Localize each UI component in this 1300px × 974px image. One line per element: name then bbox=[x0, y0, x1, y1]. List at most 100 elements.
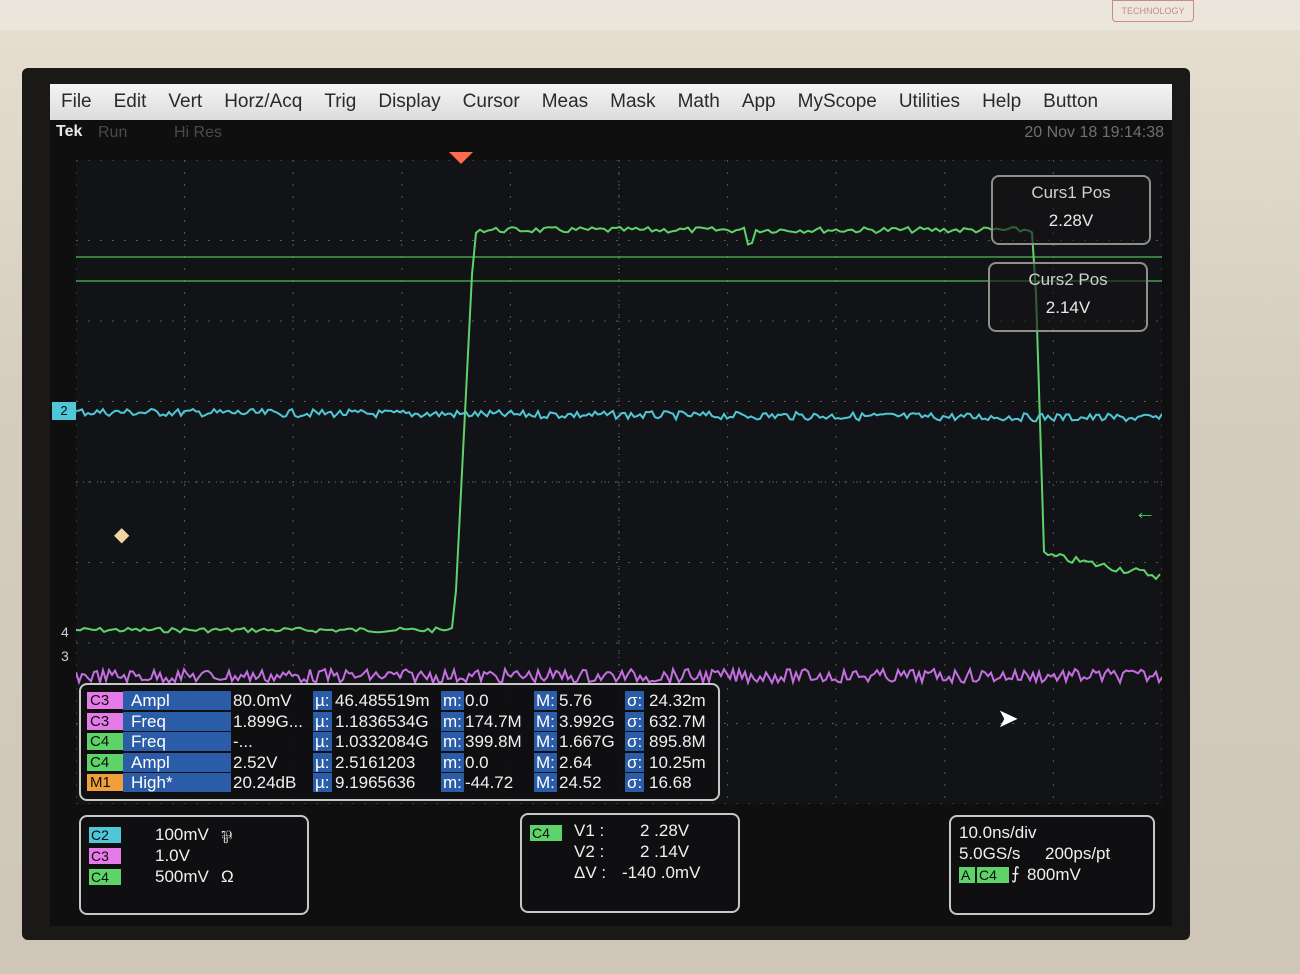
ch4-offset-marker[interactable]: 4 bbox=[61, 624, 69, 640]
measurement-panel[interactable]: C3 Ampl 80.0mV µ: 46.485519m m: 0.0 M: 5.76 σ: 24.… bbox=[79, 683, 720, 801]
max-value: 1.667G bbox=[559, 732, 615, 751]
stddev-label: σ: bbox=[625, 773, 645, 792]
measurement-value: 2.52V bbox=[233, 752, 278, 772]
menu-mask[interactable]: Mask bbox=[599, 91, 666, 113]
stddev-value: 10.25m bbox=[649, 752, 706, 772]
measurement-row[interactable]: C3 Freq 1.899G... µ: 1.1836534G m: 174.7M M: 3.9… bbox=[87, 711, 717, 732]
menu-math[interactable]: Math bbox=[667, 91, 731, 113]
ch2-offset-marker[interactable]: 2 bbox=[52, 402, 76, 420]
v2-label: V2 : bbox=[574, 842, 605, 861]
measurement-channel: M1 bbox=[87, 774, 124, 791]
brand-logo-text: TECHNOLOGY bbox=[1121, 6, 1185, 16]
max-value: 2.64 bbox=[559, 752, 593, 772]
v1-value: 2 .28V bbox=[640, 821, 690, 840]
trigger-channel: C4 bbox=[977, 867, 1009, 883]
horizontal-trigger-box[interactable]: 10.0ns/div 5.0GS/s 200ps/pt A C4 ⨍ 800mV bbox=[949, 815, 1155, 915]
min-value: 399.8M bbox=[465, 732, 522, 751]
vertical-coupling-icon: ⅌ bbox=[221, 828, 233, 847]
menu-help[interactable]: Help bbox=[971, 91, 1032, 113]
max-value: 24.52 bbox=[559, 773, 602, 792]
menu-display[interactable]: Display bbox=[367, 91, 451, 113]
cursor-readout-box[interactable]: C4 V1 : 2 .28V V2 : 2 .14V ΔV : -140 .0m… bbox=[520, 813, 740, 913]
curs2-pos-box[interactable]: Curs2 Pos 2.14V bbox=[988, 262, 1148, 332]
acquisition-mode[interactable]: Hi Res bbox=[174, 124, 222, 142]
menu-horz-acq[interactable]: Horz/Acq bbox=[213, 91, 313, 113]
menu-file[interactable]: File bbox=[50, 91, 103, 113]
measurement-name: Ampl bbox=[123, 691, 231, 710]
v1-label: V1 : bbox=[574, 821, 605, 840]
min-label: m: bbox=[441, 691, 464, 710]
menu-trig[interactable]: Trig bbox=[313, 91, 367, 113]
measurement-row[interactable]: C4 Freq -... µ: 1.0332084G m: 399.8M M: 1.667G σ:… bbox=[87, 732, 717, 752]
curs1-pos-box[interactable]: Curs1 Pos 2.28V bbox=[991, 175, 1151, 245]
stddev-value: 895.8M bbox=[649, 732, 706, 751]
trigger-mode: A bbox=[959, 867, 975, 883]
delta-v-value: -140 .0mV bbox=[622, 863, 701, 882]
vertical-scale: 100mV bbox=[155, 825, 209, 844]
menu-bar: File Edit Vert Horz/Acq Trig Display Cur… bbox=[50, 84, 1172, 120]
measurement-name: Freq bbox=[123, 732, 231, 751]
measurement-row[interactable]: M1 High* 20.24dB µ: 9.1965636 m: -44.72 M: 24.52… bbox=[87, 773, 717, 793]
min-label: m: bbox=[441, 773, 464, 792]
status-row: Tek Run Hi Res 20 Nov 18 19:14:38 bbox=[50, 120, 1172, 142]
menu-edit[interactable]: Edit bbox=[103, 91, 158, 113]
sample-rate: 5.0GS/s bbox=[959, 844, 1021, 863]
mean-value: 9.1965636 bbox=[335, 773, 416, 792]
max-label: M: bbox=[534, 691, 557, 710]
curs2-title: Curs2 Pos bbox=[1028, 270, 1108, 289]
measurement-channel: C4 bbox=[87, 733, 124, 750]
mean-value: 2.5161203 bbox=[335, 752, 416, 772]
curs1-value: 2.28V bbox=[1048, 211, 1094, 230]
vertical-channel: C3 bbox=[89, 848, 121, 864]
stddev-label: σ: bbox=[625, 732, 645, 751]
brand-logo: TECHNOLOGY bbox=[1112, 0, 1194, 22]
menu-meas[interactable]: Meas bbox=[531, 91, 599, 113]
vertical-coupling-icon: Ω bbox=[221, 867, 234, 886]
min-value: 0.0 bbox=[465, 691, 489, 710]
trigger-level-arrow-icon[interactable]: ← bbox=[1134, 499, 1156, 525]
max-value: 5.76 bbox=[559, 691, 593, 710]
measurement-row[interactable]: C3 Ampl 80.0mV µ: 46.485519m m: 0.0 M: 5.76 σ: 24.… bbox=[87, 691, 717, 711]
trigger-position-marker[interactable] bbox=[449, 152, 473, 164]
menu-button[interactable]: Button bbox=[1032, 91, 1109, 113]
max-label: M: bbox=[534, 732, 557, 751]
mouse-pointer-icon: ➤ bbox=[997, 703, 1019, 733]
run-status[interactable]: Run bbox=[98, 124, 127, 142]
vertical-scale: 1.0V bbox=[155, 846, 190, 865]
menu-utilities[interactable]: Utilities bbox=[888, 91, 971, 113]
mean-label: µ: bbox=[313, 773, 332, 792]
menu-cursor[interactable]: Cursor bbox=[452, 91, 531, 113]
curs2-value: 2.14V bbox=[1045, 298, 1091, 317]
tek-label: Tek bbox=[56, 123, 83, 140]
trigger-level: 800mV bbox=[1027, 865, 1081, 884]
measurement-row[interactable]: C4 Ampl 2.52V µ: 2.5161203 m: 0.0 M: 2.64 σ: 10.25… bbox=[87, 752, 717, 773]
ch3-offset-marker[interactable]: 3 bbox=[61, 648, 69, 664]
measurement-value: -... bbox=[233, 732, 253, 751]
bezel-top-strip bbox=[0, 0, 1300, 30]
stddev-value: 632.7M bbox=[649, 711, 706, 731]
measurement-name: Freq bbox=[123, 711, 231, 731]
measurement-channel: C4 bbox=[87, 753, 124, 771]
measurement-value: 20.24dB bbox=[233, 773, 297, 792]
vertical-scale-box[interactable]: C2 100mV ⅌ C3 1.0V C4 500mV Ω bbox=[79, 815, 309, 915]
timebase: 10.0ns/div bbox=[959, 823, 1037, 842]
min-value: 174.7M bbox=[465, 711, 522, 731]
rising-edge-icon: ⨍ bbox=[1011, 864, 1020, 883]
cursor-readout-channel: C4 bbox=[530, 825, 562, 841]
min-label: m: bbox=[441, 752, 464, 772]
delta-v-label: ΔV : bbox=[574, 863, 607, 882]
stddev-value: 16.68 bbox=[649, 773, 692, 792]
probe-icon: ◆ bbox=[114, 524, 130, 546]
mean-label: µ: bbox=[313, 752, 332, 772]
min-value: -44.72 bbox=[465, 773, 514, 792]
mean-value: 1.1836534G bbox=[335, 711, 429, 731]
menu-app[interactable]: App bbox=[731, 91, 787, 113]
menu-myscope[interactable]: MyScope bbox=[787, 91, 888, 113]
menu-vert[interactable]: Vert bbox=[157, 91, 213, 113]
min-label: m: bbox=[441, 732, 464, 751]
max-label: M: bbox=[534, 711, 557, 731]
vertical-channel: C2 bbox=[89, 827, 121, 843]
min-value: 0.0 bbox=[465, 752, 489, 772]
mean-label: µ: bbox=[313, 711, 332, 731]
v2-value: 2 .14V bbox=[640, 842, 690, 861]
